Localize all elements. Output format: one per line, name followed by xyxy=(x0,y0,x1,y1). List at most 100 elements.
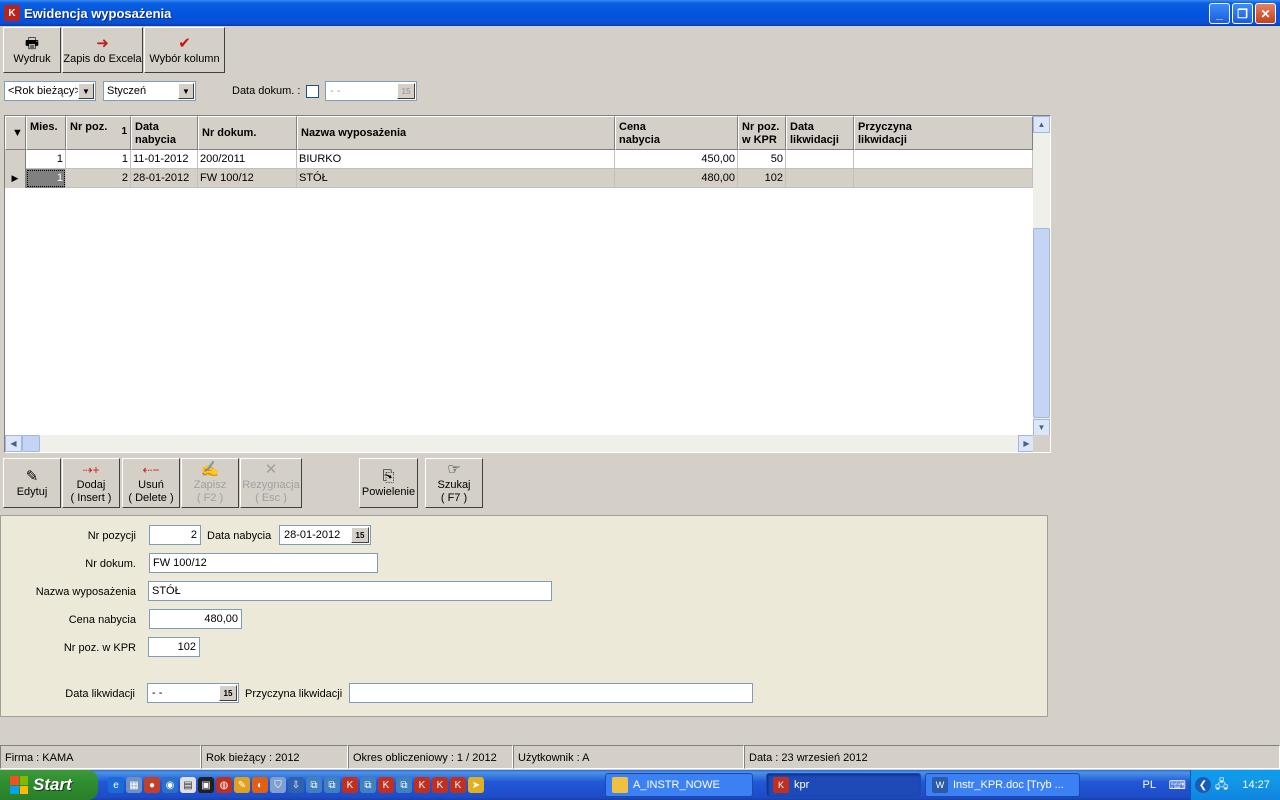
cell-kpr[interactable]: 102 xyxy=(738,169,786,188)
chevron-down-icon[interactable]: ▼ xyxy=(178,83,194,99)
doc-date-checkbox[interactable] xyxy=(306,85,319,98)
task-word-document[interactable]: W Instr_KPR.doc [Tryb ... xyxy=(925,773,1080,797)
edit-button[interactable]: ✎ Edytuj xyxy=(3,458,61,508)
chevron-down-icon[interactable]: ▼ xyxy=(78,83,94,99)
cell-kpr[interactable]: 50 xyxy=(738,150,786,169)
excel-export-button[interactable]: ➜ Zapis do Excela xyxy=(62,27,143,73)
network-icon[interactable]: 🖧 xyxy=(1215,775,1228,796)
vertical-scroll-thumb[interactable] xyxy=(1033,228,1050,418)
table-row[interactable]: 1 1 11-01-2012 200/2011 BIURKO 450,00 50 xyxy=(5,150,1033,169)
cell-acquisition-date[interactable]: 28-01-2012 xyxy=(131,169,198,188)
download-icon[interactable]: ⇩ xyxy=(288,777,304,793)
liquidation-reason-input[interactable] xyxy=(349,683,753,703)
acquisition-date-field[interactable]: 28-01-2012 15 xyxy=(279,525,371,545)
doc-number-input[interactable]: FW 100/12 xyxy=(149,553,378,573)
cell-doc-number[interactable]: FW 100/12 xyxy=(198,169,297,188)
cell-liquidation-date[interactable] xyxy=(786,150,854,169)
explorer-icon[interactable]: ▦ xyxy=(126,777,142,793)
kpr-input[interactable]: 102 xyxy=(148,637,200,657)
cell-equipment-name[interactable]: BIURKO xyxy=(297,150,615,169)
kama-app-icon[interactable]: K xyxy=(342,777,358,793)
shield-icon[interactable]: ⛉ xyxy=(270,777,286,793)
search-button[interactable]: ☞ Szukaj ( F7 ) xyxy=(425,458,483,508)
network-icon[interactable]: ⧉ xyxy=(324,777,340,793)
horizontal-scrollbar[interactable]: ◀ ▶ xyxy=(5,435,1035,452)
calendar-icon[interactable]: 15 xyxy=(219,685,237,701)
title-bar[interactable]: K Ewidencja wyposażenia _ ❐ ✕ xyxy=(0,0,1280,26)
print-button[interactable]: 🖶 Wydruk xyxy=(3,27,61,73)
column-header[interactable]: Data nabycia xyxy=(131,116,198,150)
column-header[interactable]: Nazwa wyposażenia xyxy=(297,116,615,150)
media-icon[interactable]: ◉ xyxy=(162,777,178,793)
cell-position[interactable]: 1 xyxy=(66,150,131,169)
chevron-left-icon[interactable]: ❮ xyxy=(1195,777,1211,793)
doc-date-field[interactable]: - - 15 xyxy=(325,81,417,101)
row-indicator[interactable] xyxy=(5,150,26,169)
horizontal-scroll-thumb[interactable] xyxy=(22,435,40,452)
liquidation-date-field[interactable]: - - 15 xyxy=(147,683,239,703)
task-folder[interactable]: A_INSTR_NOWE xyxy=(605,773,753,797)
column-header[interactable]: Mies. xyxy=(26,116,66,150)
cell-position[interactable]: 2 xyxy=(66,169,131,188)
chrome-icon[interactable]: ◍ xyxy=(216,777,232,793)
app-icon[interactable]: ● xyxy=(144,777,160,793)
start-button[interactable]: Start xyxy=(0,770,98,800)
network-icon[interactable]: ⧉ xyxy=(306,777,322,793)
equipment-name-input[interactable]: STÓŁ xyxy=(148,581,552,601)
column-header[interactable]: Przyczyna likwidacji xyxy=(854,116,1033,150)
language-indicator[interactable]: PL xyxy=(1143,779,1156,791)
year-select[interactable]: <Rok bieżący> ▼ xyxy=(4,81,96,101)
ie-icon[interactable]: e xyxy=(108,777,124,793)
column-header[interactable]: Data likwidacji xyxy=(786,116,854,150)
cell-doc-number[interactable]: 200/2011 xyxy=(198,150,297,169)
vertical-scrollbar[interactable]: ▲ ▼ xyxy=(1033,116,1050,436)
duplicate-button[interactable]: ⎘ Powielenie xyxy=(359,458,418,508)
scroll-up-icon[interactable]: ▲ xyxy=(1033,116,1050,133)
cell-liquidation-reason[interactable] xyxy=(854,169,1033,188)
task-kpr[interactable]: K kpr xyxy=(766,773,921,797)
calendar-icon[interactable]: 15 xyxy=(397,83,415,99)
column-chooser-button[interactable]: ✔ Wybór kolumn xyxy=(144,27,225,73)
cell-month[interactable]: 1 xyxy=(26,150,66,169)
save-button[interactable]: ✍ Zapisz ( F2 ) xyxy=(181,458,239,508)
cell-price[interactable]: 480,00 xyxy=(615,169,738,188)
kama-app-icon[interactable]: K xyxy=(450,777,466,793)
calendar-icon[interactable]: 15 xyxy=(351,527,369,543)
kama-app-icon[interactable]: K xyxy=(432,777,448,793)
price-input[interactable]: 480,00 xyxy=(149,609,242,629)
network-icon[interactable]: ⧉ xyxy=(360,777,376,793)
minimize-button[interactable]: _ xyxy=(1209,3,1230,24)
column-header[interactable]: Nr poz. 1 xyxy=(66,116,131,150)
add-button[interactable]: ⇢+ Dodaj ( Insert ) xyxy=(62,458,120,508)
clock[interactable]: 14:27 xyxy=(1242,779,1270,791)
terminal-icon[interactable]: ▣ xyxy=(198,777,214,793)
cancel-button[interactable]: ✕ Rezygnacja ( Esc ) xyxy=(240,458,302,508)
column-header[interactable]: Nr poz. w KPR xyxy=(738,116,786,150)
kama-app-icon[interactable]: K xyxy=(378,777,394,793)
maximize-button[interactable]: ❐ xyxy=(1232,3,1253,24)
network-icon[interactable]: ⧉ xyxy=(396,777,412,793)
keyboard-icon[interactable]: ⌨ xyxy=(1169,778,1186,792)
cell-equipment-name[interactable]: STÓŁ xyxy=(297,169,615,188)
cell-liquidation-reason[interactable] xyxy=(854,150,1033,169)
firefox-icon[interactable]: ◐ xyxy=(252,777,268,793)
column-header[interactable]: Nr dokum. xyxy=(198,116,297,150)
pencil-icon[interactable]: ✎ xyxy=(234,777,250,793)
current-row-pointer-icon[interactable]: ▶ xyxy=(5,169,26,188)
close-button[interactable]: ✕ xyxy=(1255,3,1276,24)
month-select[interactable]: Styczeń ▼ xyxy=(103,81,196,101)
row-indicator-header[interactable]: ▼ xyxy=(5,116,26,150)
calculator-icon[interactable]: ▤ xyxy=(180,777,196,793)
table-row[interactable]: ▶ 1 2 28-01-2012 FW 100/12 STÓŁ 480,00 1… xyxy=(5,169,1033,188)
cell-acquisition-date[interactable]: 11-01-2012 xyxy=(131,150,198,169)
scroll-left-icon[interactable]: ◀ xyxy=(5,435,22,452)
scroll-down-icon[interactable]: ▼ xyxy=(1033,419,1050,436)
arrow-icon[interactable]: ➤ xyxy=(468,777,484,793)
position-number-input[interactable]: 2 xyxy=(149,525,201,545)
column-header[interactable]: Cena nabycia xyxy=(615,116,738,150)
kama-app-icon[interactable]: K xyxy=(414,777,430,793)
delete-button[interactable]: ⇠− Usuń ( Delete ) xyxy=(122,458,180,508)
equipment-grid[interactable]: ▼ Mies. Nr poz. 1 Data nabycia Nr dokum. N… xyxy=(4,115,1051,453)
cell-price[interactable]: 450,00 xyxy=(615,150,738,169)
cell-month[interactable]: 1 xyxy=(26,169,66,188)
